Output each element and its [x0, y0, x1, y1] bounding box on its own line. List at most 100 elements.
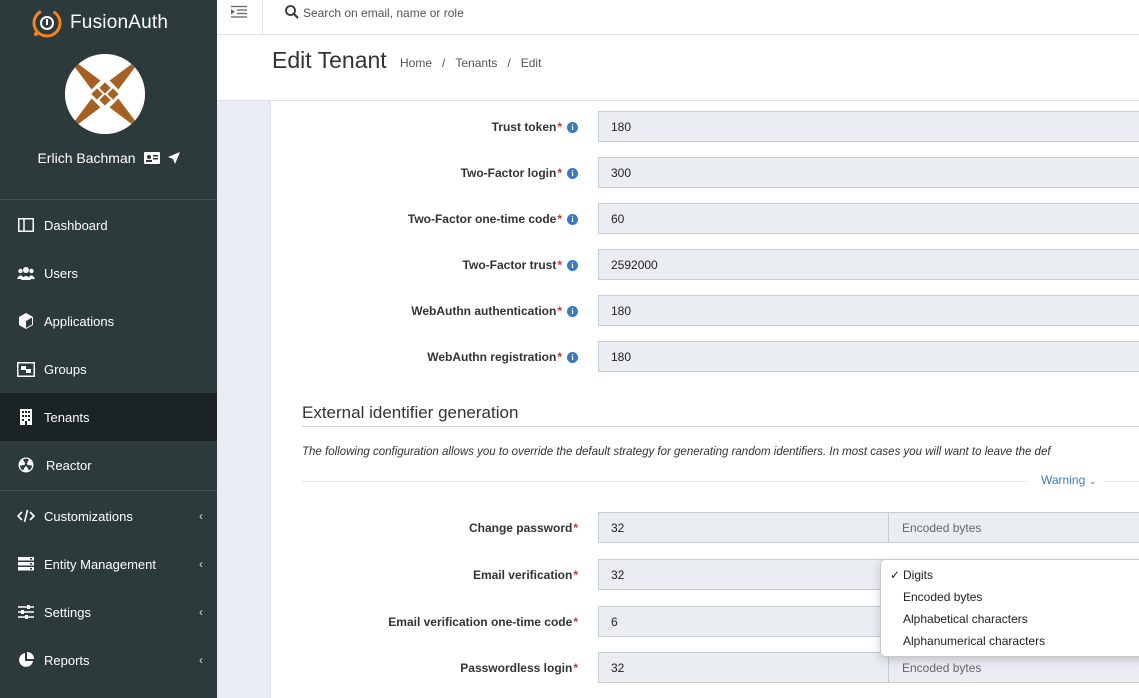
menu-collapse-icon	[231, 5, 247, 18]
info-icon[interactable]: i	[567, 167, 578, 179]
sidebar-item-reports[interactable]: Reports ‹	[0, 636, 217, 684]
avatar-image	[65, 54, 145, 134]
webauthn-authentication-input[interactable]	[598, 295, 1139, 326]
sidebar-item-label: Settings	[44, 604, 91, 620]
search-icon	[285, 5, 299, 24]
field-label: Two-Factor login * i	[461, 157, 578, 189]
info-icon[interactable]: i	[567, 259, 578, 271]
change-password-type-select[interactable]: Encoded bytes	[888, 512, 1139, 543]
sidebar-item-label: Dashboard	[44, 217, 108, 233]
form-row-webauthn-registration: WebAuthn registration * i	[271, 341, 1139, 373]
user-name: Erlich Bachman	[37, 150, 136, 166]
users-icon	[17, 267, 35, 280]
passwordless-login-length-input[interactable]	[598, 652, 888, 683]
chevron-left-icon: ‹	[199, 509, 203, 523]
chevron-left-icon: ‹	[199, 605, 203, 619]
groups-icon	[17, 361, 35, 377]
form-row-change-password: Change password* Encoded bytes	[271, 512, 1139, 544]
server-icon	[18, 557, 34, 571]
sidebar-item-label: Groups	[44, 361, 87, 377]
breadcrumb-home[interactable]: Home	[400, 56, 432, 70]
user-info: Erlich Bachman	[0, 150, 217, 166]
field-label: WebAuthn registration * i	[427, 341, 578, 373]
cube-icon	[19, 313, 33, 329]
code-icon	[17, 509, 35, 523]
sidebar-item-groups[interactable]: Groups	[0, 345, 217, 393]
email-verification-length-input[interactable]	[598, 559, 888, 590]
id-card-icon[interactable]	[143, 152, 160, 164]
warning-toggle[interactable]: Warning ⌄	[1041, 473, 1096, 487]
chevron-down-icon: ⌄	[1088, 476, 1097, 486]
sidebar-item-label: Entity Management	[44, 556, 157, 572]
field-label: Two-Factor one-time code * i	[408, 203, 578, 235]
chevron-left-icon: ‹	[199, 653, 203, 667]
reactor-icon	[18, 457, 34, 473]
form-row-two-factor-login: Two-Factor login * i	[271, 157, 1139, 189]
sidebar-item-reactor[interactable]: Reactor	[0, 441, 217, 489]
page-title: Edit Tenant	[272, 47, 387, 73]
dropdown-option-alphabetical[interactable]: Alphabetical characters	[903, 612, 1028, 626]
breadcrumb: Home / Tenants / Edit	[400, 56, 542, 70]
field-label: Email verification one-time code *	[388, 615, 578, 629]
two-factor-code-input[interactable]	[598, 203, 1139, 234]
brand-name: FusionAuth	[70, 12, 169, 33]
sidebar-divider	[0, 490, 217, 491]
form-row-two-factor-code: Two-Factor one-time code * i	[271, 203, 1139, 235]
info-icon[interactable]: i	[567, 305, 578, 317]
dropdown-option-alphanumerical[interactable]: Alphanumerical characters	[903, 634, 1045, 648]
page-header: Edit Tenant Home / Tenants / Edit	[217, 35, 1139, 101]
form-row-webauthn-authentication: WebAuthn authentication * i	[271, 295, 1139, 327]
email-verification-code-length-input[interactable]	[598, 606, 888, 637]
sidebar-item-label: Tenants	[44, 409, 90, 425]
search-input[interactable]	[303, 4, 703, 22]
change-password-length-input[interactable]	[598, 512, 888, 543]
sidebar-divider	[0, 199, 217, 200]
fusionauth-logo-icon	[32, 8, 62, 38]
fusionauth-logo[interactable]: FusionAuth	[30, 6, 168, 40]
info-icon[interactable]: i	[567, 213, 578, 225]
sidebar-item-settings[interactable]: Settings ‹	[0, 588, 217, 636]
two-factor-trust-input[interactable]	[598, 249, 1139, 280]
info-icon[interactable]: i	[567, 351, 578, 363]
sidebar-item-label: Applications	[44, 313, 115, 329]
topbar-divider	[262, 0, 263, 35]
sidebar-item-users[interactable]: Users	[0, 249, 217, 297]
field-label: Change password *	[468, 521, 578, 535]
sidebar-item-label: Reports	[44, 652, 90, 668]
chevron-left-icon: ‹	[199, 557, 203, 571]
field-label: Email verification *	[472, 568, 578, 582]
breadcrumb-tenants[interactable]: Tenants	[455, 56, 497, 70]
section-description: The following configuration allows you t…	[302, 446, 1051, 458]
webauthn-registration-input[interactable]	[598, 341, 1139, 372]
field-label: Two-Factor trust * i	[463, 249, 578, 281]
sidebar-item-dashboard[interactable]: Dashboard	[0, 201, 217, 249]
section-divider	[302, 426, 1139, 427]
info-icon[interactable]: i	[567, 121, 578, 133]
form-row-trust-token: Trust token * i	[271, 111, 1139, 143]
avatar[interactable]	[65, 54, 145, 134]
top-bar	[217, 0, 1139, 35]
divider	[302, 481, 1027, 482]
sliders-icon	[18, 605, 34, 619]
menu-toggle-button[interactable]	[231, 5, 247, 24]
sidebar: FusionAuth Erlich Bachman Dashboard User…	[0, 0, 217, 698]
dashboard-icon	[18, 218, 34, 232]
email-verification-type-dropdown[interactable]: ✓ Digits Encoded bytes Alphabetical chara…	[880, 559, 1139, 657]
sidebar-item-label: Users	[44, 265, 78, 281]
trust-token-input[interactable]	[598, 111, 1139, 142]
location-arrow-icon[interactable]	[167, 152, 180, 164]
sidebar-item-tenants[interactable]: Tenants	[0, 393, 217, 441]
checkmark-icon: ✓	[890, 568, 901, 582]
building-icon	[20, 409, 32, 425]
dropdown-option-encoded-bytes[interactable]: Encoded bytes	[903, 590, 982, 604]
sidebar-item-label: Reactor	[46, 457, 92, 473]
sidebar-item-customizations[interactable]: Customizations ‹	[0, 492, 217, 540]
section-title: External identifier generation	[302, 403, 519, 422]
sidebar-item-entity-management[interactable]: Entity Management ‹	[0, 540, 217, 588]
sidebar-item-applications[interactable]: Applications	[0, 297, 217, 345]
sidebar-item-label: Customizations	[44, 508, 133, 524]
dropdown-option-digits[interactable]: ✓ Digits	[890, 568, 933, 582]
field-label: WebAuthn authentication * i	[411, 295, 578, 327]
pie-chart-icon	[19, 652, 34, 667]
two-factor-login-input[interactable]	[598, 157, 1139, 188]
